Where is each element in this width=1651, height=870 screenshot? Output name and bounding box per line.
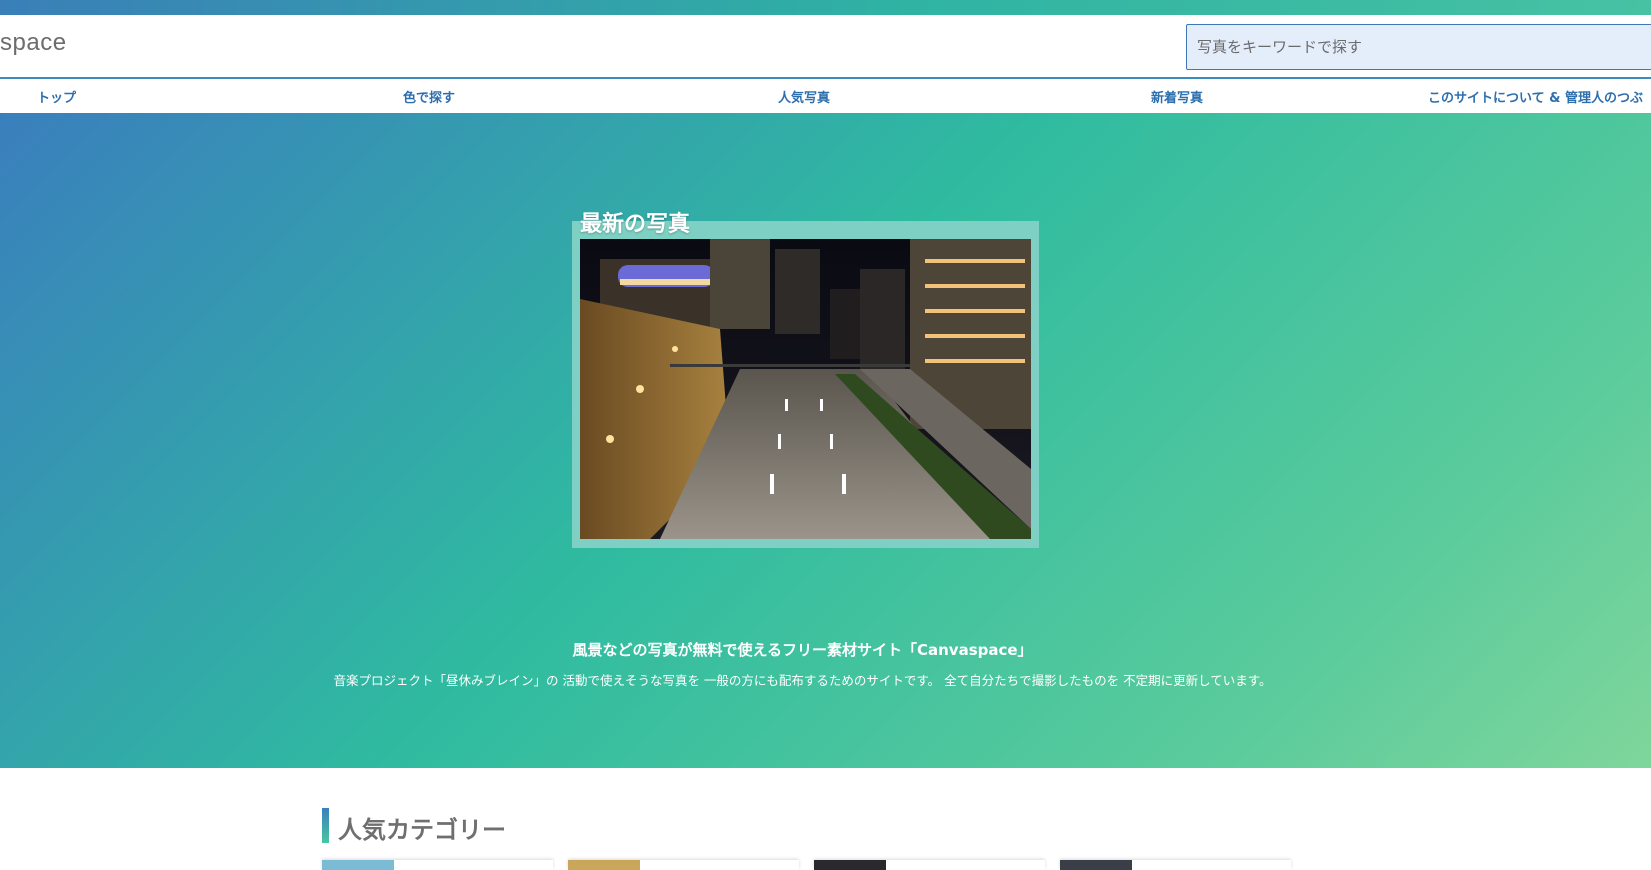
category-thumb	[568, 860, 640, 870]
nav-item-top[interactable]: トップ	[37, 87, 76, 106]
category-card[interactable]	[1060, 860, 1291, 870]
site-logo[interactable]: space	[0, 29, 67, 57]
hero-section: 最新の写真 風景などの写真が無料で使えるフリー素材サイト「Canvaspace」…	[0, 113, 1651, 768]
category-thumb	[322, 860, 394, 870]
category-card[interactable]	[568, 860, 799, 870]
section-accent-bar	[322, 808, 329, 843]
nav-item-color-search[interactable]: 色で探す	[403, 87, 455, 106]
search-box[interactable]	[1186, 24, 1651, 70]
category-card[interactable]	[814, 860, 1045, 870]
site-description-title: 風景などの写真が無料で使えるフリー素材サイト「Canvaspace」	[572, 641, 1033, 659]
site-header: space	[0, 15, 1651, 79]
night-street-illustration	[580, 239, 1031, 539]
latest-photo-image[interactable]	[580, 239, 1031, 539]
main-nav: トップ 色で探す 人気写真 新着写真 このサイトについて & 管理人のつぶ	[0, 79, 1651, 113]
category-thumb	[1060, 860, 1132, 870]
nav-item-new-photos[interactable]: 新着写真	[1151, 87, 1203, 106]
section-title: 人気カテゴリー	[338, 816, 506, 844]
nav-item-popular-photos[interactable]: 人気写真	[778, 87, 830, 106]
top-gradient-strip	[0, 0, 1651, 15]
search-input[interactable]	[1187, 25, 1651, 69]
category-card[interactable]	[322, 860, 553, 870]
category-thumb	[814, 860, 886, 870]
popular-categories-section: 人気カテゴリー	[0, 768, 1651, 870]
nav-item-about[interactable]: このサイトについて & 管理人のつぶ	[1428, 87, 1643, 106]
site-description-body: 音楽プロジェクト「昼休みブレイン」の 活動で使えそうな写真を 一般の方にも配布す…	[333, 673, 1272, 688]
latest-photo-heading: 最新の写真	[580, 212, 691, 237]
